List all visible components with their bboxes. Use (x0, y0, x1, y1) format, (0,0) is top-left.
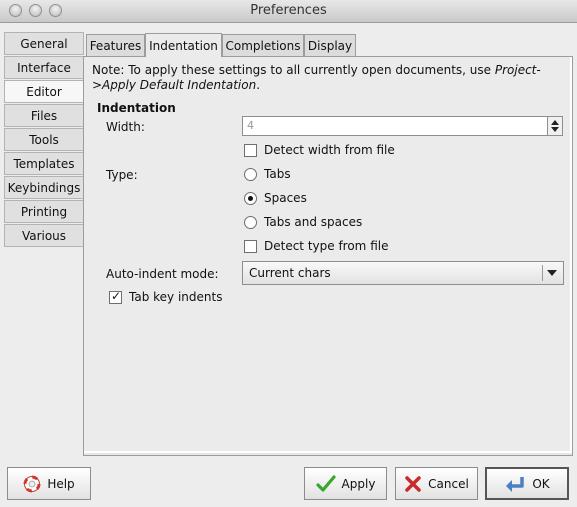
apply-button[interactable]: Apply (304, 467, 387, 500)
lifebuoy-icon (23, 475, 41, 493)
chevron-down-icon[interactable] (547, 270, 557, 276)
sidebar-item-files[interactable]: Files (4, 104, 84, 127)
ok-label: OK (532, 476, 550, 491)
section-title-indentation: Indentation (97, 101, 176, 115)
sidebar-item-editor[interactable]: Editor (4, 80, 84, 103)
sidebar-item-tools[interactable]: Tools (4, 128, 84, 151)
auto-indent-label: Auto-indent mode: (106, 267, 219, 281)
spin-up-icon[interactable] (551, 120, 559, 125)
radio-tabs-and-spaces-row[interactable]: Tabs and spaces (244, 215, 362, 229)
detect-width-checkbox[interactable] (244, 143, 257, 157)
sidebar-item-keybindings[interactable]: Keybindings (4, 176, 84, 199)
radio-tabs[interactable] (244, 167, 257, 181)
detect-type-checkbox[interactable] (244, 239, 257, 253)
radio-tabs-label: Tabs (264, 167, 291, 181)
tab-key-indents-row[interactable]: Tab key indents (109, 289, 223, 304)
sidebar-item-interface[interactable]: Interface (4, 56, 84, 79)
help-label: Help (47, 476, 75, 491)
tab-features[interactable]: Features (86, 34, 145, 56)
x-mark-icon (404, 475, 422, 493)
cancel-label: Cancel (428, 476, 469, 491)
tab-completions[interactable]: Completions (222, 34, 304, 56)
note-prefix: Note: To apply these settings to all cur… (92, 63, 495, 77)
apply-label: Apply (341, 476, 376, 491)
width-label: Width: (106, 120, 145, 134)
cancel-button[interactable]: Cancel (395, 467, 478, 500)
combo-separator (542, 265, 543, 281)
checkmark-icon (315, 474, 336, 493)
detect-type-label: Detect type from file (264, 239, 389, 253)
detect-width-checkbox-row[interactable]: Detect width from file (244, 143, 395, 157)
sidebar-item-various[interactable]: Various (4, 224, 84, 247)
sidebar-item-printing[interactable]: Printing (4, 200, 84, 223)
sidebar: General Interface Editor Files Tools Tem… (4, 32, 84, 248)
radio-tabs-and-spaces-label: Tabs and spaces (264, 215, 363, 229)
note-suffix: . (256, 78, 261, 92)
width-spinbox[interactable]: 4 (242, 116, 563, 136)
title-bar: Preferences (0, 0, 577, 23)
detect-type-checkbox-row[interactable]: Detect type from file (244, 239, 388, 253)
type-label: Type: (106, 168, 138, 182)
tab-key-indents-label: Tab key indents (129, 290, 223, 304)
window-title: Preferences (250, 3, 327, 18)
indentation-note: Note: To apply these settings to all cur… (92, 63, 562, 93)
sidebar-item-templates[interactable]: Templates (4, 152, 84, 175)
ok-button[interactable]: OK (485, 467, 569, 500)
tab-key-indents-checkbox[interactable] (109, 289, 122, 304)
width-value: 4 (247, 119, 254, 132)
tab-display[interactable]: Display (304, 34, 356, 56)
enter-arrow-icon (504, 475, 526, 493)
sidebar-item-general[interactable]: General (4, 32, 84, 55)
radio-tabs-row[interactable]: Tabs (244, 167, 291, 181)
radio-spaces-label: Spaces (264, 191, 307, 205)
auto-indent-value: Current chars (249, 266, 331, 280)
tab-indentation[interactable]: Indentation (145, 33, 222, 57)
detect-width-label: Detect width from file (264, 143, 395, 157)
radio-spaces-row[interactable]: Spaces (244, 191, 307, 205)
radio-tabs-and-spaces[interactable] (244, 215, 257, 229)
auto-indent-combo[interactable]: Current chars (242, 261, 564, 285)
spin-down-icon[interactable] (551, 127, 559, 132)
help-button[interactable]: Help (7, 467, 91, 500)
radio-spaces[interactable] (244, 191, 257, 205)
spin-arrows[interactable] (547, 117, 562, 135)
